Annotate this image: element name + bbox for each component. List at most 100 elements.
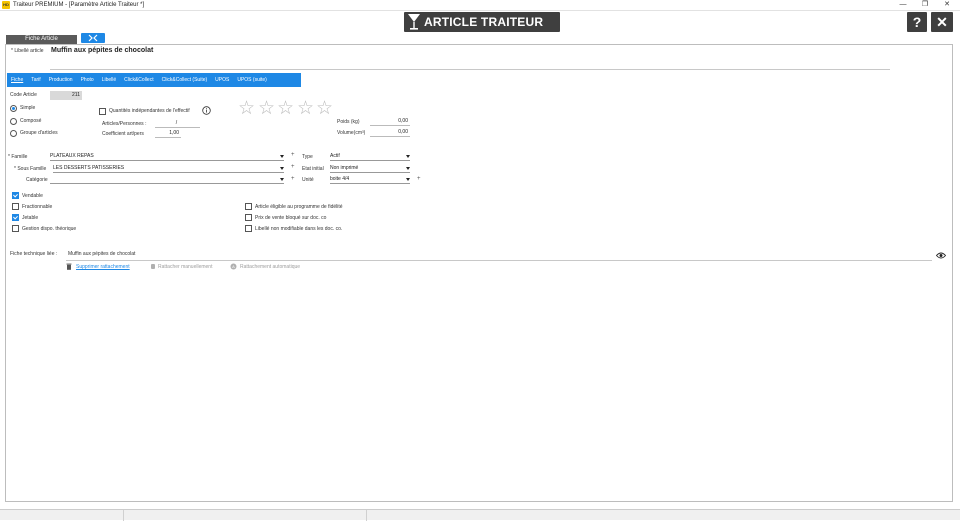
chevron-down-icon — [280, 167, 284, 170]
articles-personnes-field[interactable]: / — [155, 119, 200, 128]
fidelite-label: Article éligible au programme de fidélit… — [255, 204, 343, 210]
libelle-non-modifiable-checkbox[interactable] — [245, 225, 252, 232]
quantites-checkbox[interactable] — [99, 108, 106, 115]
page-title: ARTICLE TRAITEUR — [424, 15, 544, 29]
tabs-bar: Fiche Tarif Production Photo Libellé Cli… — [7, 73, 301, 87]
quantites-label: Quantités indépendantes de l'effectif — [109, 108, 190, 114]
info-icon[interactable] — [202, 106, 211, 115]
chevron-down-icon — [406, 155, 410, 158]
famille-select[interactable]: PLATEAUX REPAS — [50, 152, 284, 161]
chevron-down-icon — [406, 178, 410, 181]
unite-add-icon[interactable]: + — [417, 176, 421, 182]
svg-text:A: A — [232, 264, 235, 269]
status-separator — [123, 510, 124, 521]
prix-bloque-checkbox[interactable] — [245, 214, 252, 221]
chevron-down-icon — [406, 167, 410, 170]
etat-initial-label: Etat initial — [302, 166, 324, 172]
libelle-non-modifiable-label: Libellé non modifiable dans les doc. co. — [255, 226, 343, 232]
unite-select[interactable]: boite 4/4 — [330, 175, 410, 184]
rating-star-2[interactable]: ☆ — [258, 99, 275, 118]
sous-famille-select[interactable]: LES DESSERTS PATISSERIES — [53, 164, 284, 173]
libelle-input[interactable]: Muffin aux pépites de chocolat — [51, 47, 153, 54]
tab-click-collect-suite[interactable]: Click&Collect (Suite) — [158, 73, 212, 87]
vendable-checkbox[interactable] — [12, 192, 19, 199]
window-title: Traiteur PREMIUM - [Paramètre Article Tr… — [13, 2, 145, 8]
collapse-button[interactable] — [81, 33, 105, 43]
vendable-label: Vendable — [22, 193, 43, 199]
rattacher-manuellement-link[interactable]: Rattacher manuellement — [158, 264, 212, 270]
fidelite-checkbox[interactable] — [245, 203, 252, 210]
minimize-button[interactable]: — — [892, 0, 914, 11]
libelle-label: * Libellé article — [11, 48, 44, 54]
tab-photo[interactable]: Photo — [77, 73, 98, 87]
categorie-label: Catégorie — [26, 177, 48, 183]
app-logo: HD — [2, 1, 10, 9]
jetable-label: Jetable — [22, 215, 39, 221]
unite-value: boite 4/4 — [330, 176, 350, 182]
gestion-dispo-label: Gestion dispo. théorique — [22, 226, 77, 232]
cocktail-icon — [408, 14, 420, 30]
window-close-button[interactable]: ✕ — [936, 0, 958, 11]
hand-icon — [151, 264, 155, 269]
eye-icon[interactable] — [936, 252, 946, 259]
unite-label: Unité — [302, 177, 314, 183]
sous-famille-value: LES DESSERTS PATISSERIES — [53, 165, 125, 171]
prix-bloque-label: Prix de vente bloqué sur doc. co — [255, 215, 327, 221]
fiche-technique-value: Muffin aux pépites de chocolat — [68, 251, 136, 257]
radio-compose-label: Composé — [20, 118, 42, 124]
rating-star-1[interactable]: ☆ — [238, 99, 255, 118]
radio-groupe[interactable] — [10, 130, 17, 137]
code-article-label: Code Article — [10, 92, 37, 98]
tab-upos-suite[interactable]: UPOS (suite) — [233, 73, 270, 87]
fractionnable-checkbox[interactable] — [12, 203, 19, 210]
auto-icon: A — [230, 263, 237, 270]
code-article-field: 211 — [50, 91, 82, 100]
type-select[interactable]: Actif — [330, 152, 410, 161]
articles-personnes-label: Articles/Personnes : — [102, 121, 147, 127]
help-button[interactable]: ? — [907, 12, 927, 32]
libelle-underline — [50, 69, 890, 70]
coefficient-field[interactable]: 1,00 — [155, 129, 181, 138]
radio-compose[interactable] — [10, 118, 17, 125]
tab-click-collect[interactable]: Click&Collect — [120, 73, 157, 87]
collapse-icon — [88, 34, 98, 42]
coefficient-label: Coefficient art/pers — [102, 131, 144, 137]
jetable-checkbox[interactable] — [12, 214, 19, 221]
tab-tarif[interactable]: Tarif — [27, 73, 44, 87]
categorie-add-icon[interactable]: + — [291, 176, 295, 182]
supprimer-rattachement-link[interactable]: Supprimer rattachement — [76, 264, 130, 270]
tab-libelle[interactable]: Libellé — [98, 73, 120, 87]
famille-value: PLATEAUX REPAS — [50, 153, 94, 159]
type-label: Type — [302, 154, 313, 160]
gestion-dispo-checkbox[interactable] — [12, 225, 19, 232]
famille-label: * Famille — [8, 154, 28, 160]
rating-star-3[interactable]: ☆ — [277, 99, 294, 118]
radio-simple[interactable] — [10, 105, 17, 112]
fractionnable-label: Fractionnable — [22, 204, 53, 210]
tab-production[interactable]: Production — [45, 73, 77, 87]
restore-button[interactable]: ❐ — [914, 0, 936, 11]
etat-initial-value: Non imprimé — [330, 165, 359, 171]
chevron-down-icon — [280, 178, 284, 181]
volume-label: Volume(cm³) — [337, 130, 366, 136]
rating-star-5[interactable]: ☆ — [316, 99, 333, 118]
close-button[interactable]: ✕ — [931, 12, 953, 32]
rating-star-4[interactable]: ☆ — [297, 99, 314, 118]
window-titlebar: HD Traiteur PREMIUM - [Paramètre Article… — [0, 0, 960, 11]
categorie-select[interactable] — [50, 175, 284, 184]
fiche-article-tab[interactable]: Fiche Article — [6, 35, 77, 44]
sous-famille-add-icon[interactable]: + — [291, 164, 295, 170]
chevron-down-icon — [280, 155, 284, 158]
tab-fiche[interactable]: Fiche — [7, 73, 27, 87]
fiche-technique-label: Fiche technique liée : — [10, 251, 58, 257]
famille-add-icon[interactable]: + — [291, 152, 295, 158]
type-value: Actif — [330, 153, 340, 159]
header-banner: ARTICLE TRAITEUR — [404, 12, 560, 32]
sous-famille-label: * Sous Famille — [14, 166, 47, 172]
tab-upos[interactable]: UPOS — [211, 73, 233, 87]
etat-initial-select[interactable]: Non imprimé — [330, 164, 410, 173]
volume-field[interactable]: 0,00 — [370, 128, 410, 137]
rattachement-automatique-link[interactable]: Rattachement automatique — [240, 264, 300, 270]
poids-field[interactable]: 0,00 — [370, 117, 410, 126]
radio-simple-label: Simple — [20, 105, 36, 111]
